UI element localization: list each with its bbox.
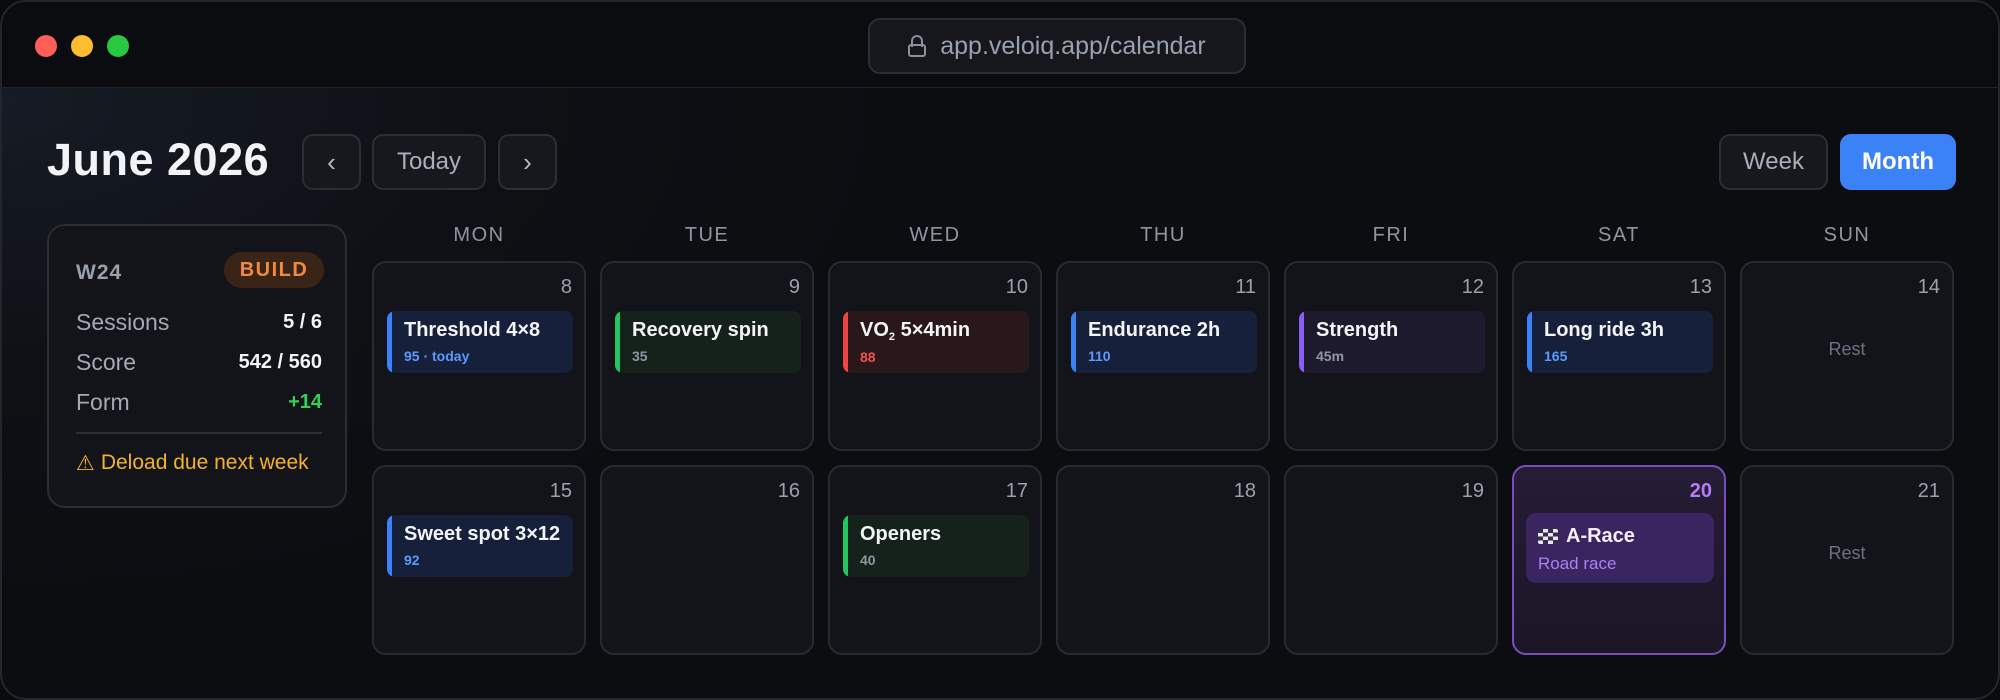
workout-event[interactable]: VO2 5×4min 88	[843, 311, 1029, 373]
today-button[interactable]: Today	[372, 134, 486, 190]
chevron-left-icon: ‹	[327, 146, 336, 177]
workout-title: Long ride 3h	[1544, 319, 1664, 341]
race-event[interactable]: A-Race Road race	[1526, 513, 1714, 583]
day-cell[interactable]: 12 Strength 45m	[1284, 261, 1498, 451]
sessions-value: 5 / 6	[283, 310, 322, 333]
month-view-button[interactable]: Month	[1840, 134, 1956, 190]
day-cell[interactable]: 10 VO2 5×4min 88	[828, 261, 1042, 451]
workout-event[interactable]: Strength 45m	[1299, 311, 1485, 373]
day-number: 16	[777, 480, 800, 502]
weekday-header: THU	[1140, 224, 1186, 246]
chevron-right-icon: ›	[523, 146, 532, 177]
day-number: 10	[1005, 276, 1028, 298]
day-cell[interactable]: 9 Recovery spin 35	[600, 261, 814, 451]
race-day-cell[interactable]: 20 A-Race Road race	[1512, 465, 1726, 655]
day-cell[interactable]: 19	[1284, 465, 1498, 655]
day-number: 14	[1917, 276, 1940, 298]
day-number: 17	[1005, 480, 1028, 502]
sessions-label: Sessions	[76, 308, 170, 335]
score-label: Score	[76, 348, 137, 375]
weekday-header: WED	[909, 224, 961, 246]
day-cell[interactable]: 14 Rest	[1740, 261, 1954, 451]
workout-title: Strength	[1316, 319, 1399, 341]
day-number: 18	[1233, 480, 1256, 502]
workout-load: 40	[860, 552, 876, 568]
day-cell[interactable]: 18	[1056, 465, 1270, 655]
workout-title: Openers	[860, 523, 942, 545]
day-cell[interactable]: 8 Threshold 4×8 95 · today	[372, 261, 586, 451]
address-bar[interactable]: app.veloiq.app/calendar	[868, 18, 1246, 74]
deload-alert: ⚠ Deload due next week	[76, 451, 309, 476]
race-type: Road race	[1538, 554, 1617, 573]
warning-icon: ⚠	[76, 452, 95, 475]
workout-event[interactable]: Sweet spot 3×12 92	[387, 515, 573, 577]
next-month-button[interactable]: ›	[498, 134, 557, 190]
workout-load: 165	[1544, 348, 1568, 364]
divider	[76, 432, 322, 434]
weekday-header: FRI	[1372, 224, 1410, 246]
day-number: 20	[1689, 480, 1712, 502]
minimize-window-button[interactable]	[71, 35, 93, 57]
page-title: June 2026	[47, 134, 270, 185]
previous-month-button[interactable]: ‹	[302, 134, 361, 190]
rest-day-label: Rest	[1828, 543, 1866, 563]
race-title-row: A-Race	[1538, 525, 1714, 548]
week-summary-card: W24 BUILD Sessions 5 / 6 Score 542 / 560…	[47, 224, 347, 508]
weekday-header: TUE	[684, 224, 730, 246]
weekday-header: SUN	[1823, 224, 1871, 246]
race-title: A-Race	[1566, 525, 1635, 547]
workout-title: VO2 5×4min	[860, 319, 971, 343]
weekday-header: SAT	[1598, 224, 1640, 246]
workout-event[interactable]: Openers 40	[843, 515, 1029, 577]
day-cell[interactable]: 13 Long ride 3h 165	[1512, 261, 1726, 451]
title-bar: app.veloiq.app/calendar	[2, 2, 1998, 88]
workout-load: 110	[1088, 348, 1111, 364]
lock-icon	[908, 35, 927, 57]
checkered-flag-icon	[1538, 529, 1558, 544]
workout-title: Threshold 4×8	[404, 319, 541, 341]
day-cell[interactable]: 17 Openers 40	[828, 465, 1042, 655]
workout-duration: 45m	[1316, 348, 1345, 364]
workout-load: 35	[632, 348, 648, 364]
close-window-button[interactable]	[35, 35, 57, 57]
week-number: W24	[76, 261, 123, 284]
workout-title: Recovery spin	[632, 319, 769, 341]
workout-event[interactable]: Threshold 4×8 95 · today	[387, 311, 573, 373]
sessions-row: Sessions 5 / 6	[76, 306, 322, 338]
day-number: 13	[1689, 276, 1712, 298]
day-number: 19	[1461, 480, 1484, 502]
workout-event[interactable]: Recovery spin 35	[615, 311, 801, 373]
day-cell[interactable]: 15 Sweet spot 3×12 92	[372, 465, 586, 655]
form-value: +14	[288, 390, 322, 413]
score-value: 542 / 560	[238, 350, 322, 373]
workout-event[interactable]: Long ride 3h 165	[1527, 311, 1713, 373]
weekday-header: MON	[453, 224, 505, 246]
week-view-button[interactable]: Week	[1719, 134, 1828, 190]
alert-text: Deload due next week	[100, 451, 309, 474]
form-row: Form +14	[76, 386, 322, 418]
workout-event[interactable]: Endurance 2h 110	[1071, 311, 1257, 373]
workout-load: 92	[404, 552, 420, 568]
day-number: 21	[1917, 480, 1940, 502]
day-cell[interactable]: 11 Endurance 2h 110	[1056, 261, 1270, 451]
form-label: Form	[76, 388, 130, 415]
day-cell[interactable]: 21 Rest	[1740, 465, 1954, 655]
score-row: Score 542 / 560	[76, 346, 322, 378]
rest-day-label: Rest	[1828, 339, 1866, 359]
workout-load: 95 · today	[404, 348, 470, 364]
url-text: app.veloiq.app/calendar	[940, 31, 1206, 60]
workout-title: Endurance 2h	[1088, 319, 1221, 341]
maximize-window-button[interactable]	[107, 35, 129, 57]
day-number: 8	[560, 276, 572, 298]
day-number: 9	[788, 276, 800, 298]
day-number: 11	[1235, 276, 1256, 298]
phase-badge: BUILD	[224, 252, 324, 288]
day-number: 12	[1461, 276, 1484, 298]
workout-title: Sweet spot 3×12	[404, 523, 561, 545]
day-number: 15	[549, 480, 572, 502]
app-window: app.veloiq.app/calendar June 2026 ‹ Toda…	[0, 0, 2000, 700]
day-cell[interactable]: 16	[600, 465, 814, 655]
workout-load: 88	[860, 349, 876, 365]
